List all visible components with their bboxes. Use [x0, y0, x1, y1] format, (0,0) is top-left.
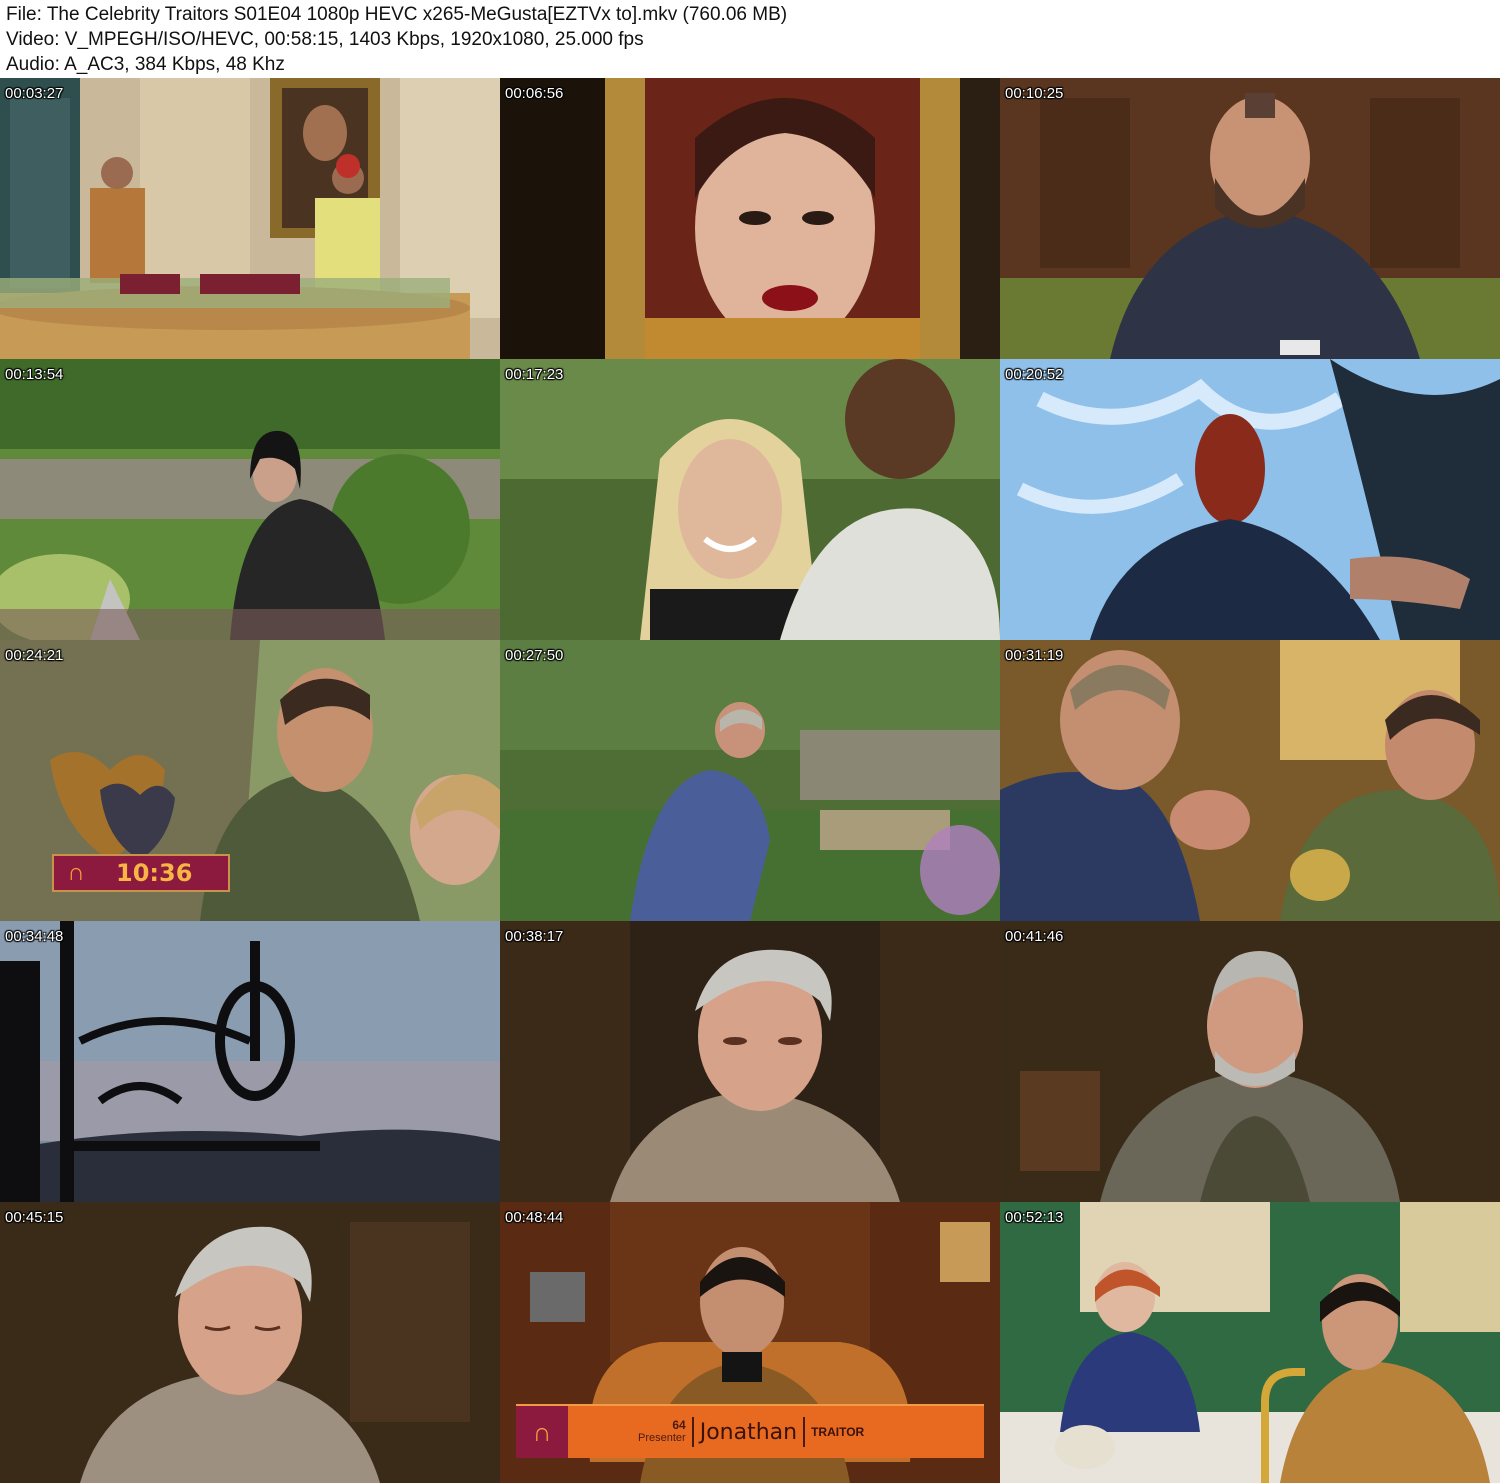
thumbnail: ∩ 10:36 00:24:21 [0, 640, 500, 921]
timestamp: 00:03:27 [5, 85, 64, 102]
timestamp: 00:52:13 [1005, 1209, 1064, 1226]
thumbnail: 00:52:13 [1000, 1202, 1500, 1483]
thumbnail: 00:27:50 [500, 640, 1000, 921]
timestamp: 00:45:15 [5, 1209, 64, 1226]
timestamp: 00:27:50 [505, 647, 564, 664]
timestamp: 00:20:52 [1005, 366, 1064, 383]
contestant-name-bar: ∩ 64 Presenter Jonathan TRAITOR [516, 1404, 984, 1458]
thumbnail: 00:06:56 [500, 78, 1000, 359]
contestant-age: 64 [672, 1418, 686, 1432]
scene-dusk-gate [0, 921, 500, 1202]
thumbnail: 00:10:25 [1000, 78, 1500, 359]
traitors-emblem-icon: ∩ [516, 1406, 568, 1458]
thumbnail: 00:41:46 [1000, 921, 1500, 1202]
countdown-timer-overlay: ∩ 10:36 [52, 854, 230, 892]
scene-bearded-man [1000, 78, 1500, 359]
scene-garden-presenter [0, 359, 500, 640]
video-info-line: Video: V_MPEGH/ISO/HEVC, 00:58:15, 1403 … [6, 29, 644, 50]
scene-bald-man-grey [1000, 921, 1500, 1202]
scene-portrait-frame [500, 78, 1000, 359]
contestant-age-block: 64 Presenter [638, 1419, 686, 1445]
scene-blonde-woman [500, 359, 1000, 640]
scene-grey-hair-man [500, 921, 1000, 1202]
timestamp: 00:24:21 [5, 647, 64, 664]
thumbnail: 00:17:23 [500, 359, 1000, 640]
thumbnail: 00:03:27 [0, 78, 500, 359]
thumbnail-grid: 00:03:27 00:06:56 00:10:25 00:13:54 00:1… [0, 78, 1500, 1483]
scene-two-men-table [1000, 640, 1500, 921]
thumbnail: 00:38:17 [500, 921, 1000, 1202]
timestamp: 00:13:54 [5, 366, 64, 383]
file-info-header: File: The Celebrity Traitors S01E04 1080… [0, 0, 1500, 78]
countdown-time: 10:36 [116, 859, 193, 887]
timestamp: 00:41:46 [1005, 928, 1064, 945]
timestamp: 00:17:23 [505, 366, 564, 383]
divider [691, 1417, 694, 1447]
thumbnail: 00:34:48 [0, 921, 500, 1202]
timestamp: 00:06:56 [505, 85, 564, 102]
timestamp: 00:31:19 [1005, 647, 1064, 664]
thumbnail: 00:31:19 [1000, 640, 1500, 921]
contestant-occupation: Presenter [638, 1432, 686, 1444]
thumbnail: 00:13:54 [0, 359, 500, 640]
traitors-emblem-icon: ∩ [67, 859, 85, 886]
scene-green-room-pair [1000, 1202, 1500, 1483]
contestant-role: TRAITOR [811, 1425, 865, 1439]
timestamp: 00:34:48 [5, 928, 64, 945]
thumbnail: 00:20:52 [1000, 359, 1500, 640]
scene-garden-walk [500, 640, 1000, 921]
divider [803, 1417, 806, 1447]
scene-dining-room [0, 78, 500, 359]
thumbnail: ∩ 64 Presenter Jonathan TRAITOR 00:48:44 [500, 1202, 1000, 1483]
timestamp: 00:38:17 [505, 928, 564, 945]
file-info-line: File: The Celebrity Traitors S01E04 1080… [6, 4, 788, 25]
audio-info-line: Audio: A_AC3, 384 Kbps, 48 Khz [6, 54, 285, 75]
thumbnail: 00:45:15 [0, 1202, 500, 1483]
scene-grey-hair-man-eyes-closed [0, 1202, 500, 1483]
scene-underwater [1000, 359, 1500, 640]
timestamp: 00:10:25 [1005, 85, 1064, 102]
timestamp: 00:48:44 [505, 1209, 564, 1226]
contestant-name: Jonathan [699, 1419, 798, 1445]
